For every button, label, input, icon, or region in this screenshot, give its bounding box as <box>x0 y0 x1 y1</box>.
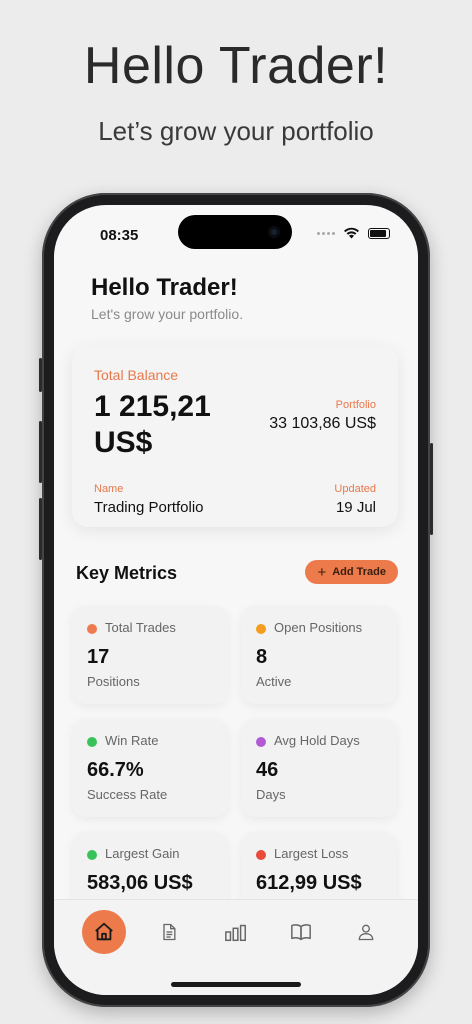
name-label: Name <box>94 483 124 495</box>
updated-label: Updated <box>334 483 376 495</box>
metric-value: 612,99 US$ <box>256 872 362 894</box>
metric-label: Largest Gain <box>105 846 180 861</box>
updated-value: 19 Jul <box>335 499 376 516</box>
dynamic-island <box>178 215 292 249</box>
add-trade-button[interactable]: + Add Trade <box>305 560 398 584</box>
status-dot-icon <box>256 624 266 634</box>
book-icon <box>291 924 311 941</box>
plus-icon: + <box>317 563 327 581</box>
metric-value: 583,06 US$ <box>87 872 193 894</box>
volume-down-button <box>39 498 42 560</box>
tab-bar <box>54 899 418 995</box>
wifi-icon <box>344 227 359 239</box>
status-dot-icon <box>87 624 97 634</box>
balance-card[interactable]: Total Balance 1 215,21 US$ Portfolio 33 … <box>72 345 398 527</box>
chart-icon <box>225 924 246 942</box>
signal-icon <box>317 231 335 235</box>
total-balance-label: Total Balance <box>94 367 179 383</box>
metric-value: 8 <box>256 646 268 668</box>
battery-icon <box>368 227 390 239</box>
portfolio-label: Portfolio <box>335 399 376 411</box>
status-dot-icon <box>256 850 266 860</box>
greeting-title: Hello Trader! <box>91 274 238 301</box>
status-dot-icon <box>87 737 97 747</box>
tab-home[interactable] <box>82 910 126 954</box>
promo-subtitle: Let’s grow your portfolio <box>98 116 374 146</box>
status-time: 08:35 <box>100 227 139 244</box>
camera-icon <box>268 226 280 238</box>
metric-value: 17 <box>87 646 110 668</box>
metric-sub: Success Rate <box>87 787 168 802</box>
action-button <box>39 358 42 392</box>
metric-card[interactable]: Total Trades 17 Positions <box>72 606 228 704</box>
home-indicator <box>171 982 301 987</box>
metric-label: Total Trades <box>105 620 176 635</box>
metric-card[interactable]: Open Positions 8 Active <box>241 606 397 704</box>
tab-documents[interactable] <box>147 910 191 954</box>
phone-frame: 08:35 Hello Trader! Let's grow your port… <box>39 193 433 1007</box>
tab-journal[interactable] <box>279 910 323 954</box>
metric-sub: Positions <box>87 674 140 689</box>
promo-title: Hello Trader! <box>83 37 389 95</box>
tab-profile[interactable] <box>344 910 388 954</box>
tab-analytics[interactable] <box>214 910 258 954</box>
portfolio-value: 33 103,86 US$ <box>269 415 376 432</box>
metric-label: Largest Loss <box>274 846 349 861</box>
total-balance-amount: 1 215,21 US$ <box>94 389 244 461</box>
metric-card[interactable]: Avg Hold Days 46 Days <box>241 719 397 817</box>
metric-label: Open Positions <box>274 620 363 635</box>
metric-label: Avg Hold Days <box>274 733 360 748</box>
app-screen: 08:35 Hello Trader! Let's grow your port… <box>54 205 418 995</box>
key-metrics-title: Key Metrics <box>76 563 178 583</box>
metric-card[interactable]: Win Rate 66.7% Success Rate <box>72 719 228 817</box>
metric-sub: Days <box>256 787 286 802</box>
metric-value: 46 <box>256 759 279 781</box>
power-button <box>430 443 433 535</box>
volume-up-button <box>39 421 42 483</box>
home-icon <box>95 922 113 941</box>
status-dot-icon <box>87 850 97 860</box>
status-icons <box>317 227 390 239</box>
metric-label: Win Rate <box>105 733 159 748</box>
total-balance-number: 1 215,21 <box>94 390 211 423</box>
name-value: Trading Portfolio <box>94 499 204 516</box>
metric-sub: Active <box>256 674 292 689</box>
status-dot-icon <box>256 737 266 747</box>
total-balance-currency: US$ <box>94 426 153 459</box>
document-icon <box>163 923 176 941</box>
profile-icon <box>358 924 374 941</box>
metric-value: 66.7% <box>87 759 144 781</box>
add-trade-label: Add Trade <box>332 566 386 578</box>
greeting-subtitle: Let's grow your portfolio. <box>91 306 244 322</box>
